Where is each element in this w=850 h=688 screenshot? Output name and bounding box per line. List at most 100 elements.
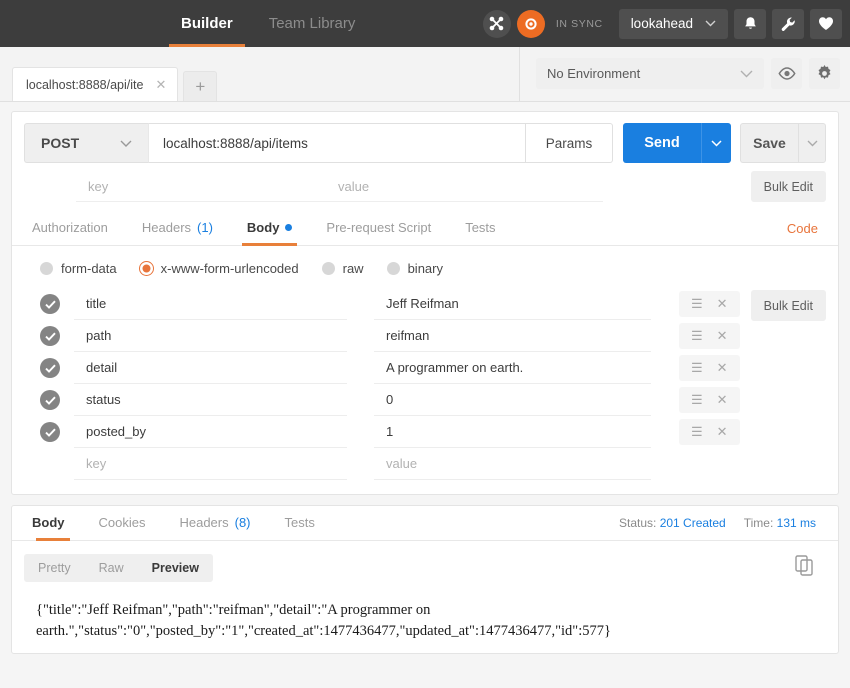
response-tab-tests[interactable]: Tests (268, 506, 332, 540)
environment-selector[interactable]: No Environment (536, 58, 764, 89)
check-icon (44, 332, 56, 341)
row-checkbox[interactable] (40, 358, 60, 378)
view-mode-preview[interactable]: Preview (138, 554, 213, 582)
row-key-input[interactable]: posted_by (74, 417, 347, 448)
url-input[interactable]: localhost:8888/api/items (148, 123, 526, 163)
row-key-input[interactable]: path (74, 321, 347, 352)
hamburger-icon[interactable]: ☰ (691, 392, 703, 408)
close-icon[interactable]: ✕ (155, 77, 166, 93)
close-icon[interactable]: ✕ (717, 296, 728, 312)
tab-authorization-label: Authorization (32, 220, 108, 235)
eye-icon (777, 67, 796, 80)
row-value-input[interactable]: A programmer on earth. (374, 353, 651, 384)
save-options-button[interactable] (798, 123, 826, 163)
close-icon[interactable]: ✕ (717, 424, 728, 440)
nav-tab-team-library[interactable]: Team Library (251, 0, 374, 47)
interceptor-icon[interactable] (482, 9, 511, 38)
row-key-input[interactable]: status (74, 385, 347, 416)
save-button[interactable]: Save (740, 123, 798, 163)
nav-tab-builder[interactable]: Builder (163, 0, 251, 47)
hamburger-icon[interactable]: ☰ (691, 296, 703, 312)
chevron-down-icon (807, 140, 817, 146)
http-method-selector[interactable]: POST (24, 123, 148, 163)
time-label: Time: (743, 516, 774, 530)
wrench-icon (781, 17, 795, 31)
row-value-input[interactable]: reifman (374, 321, 651, 352)
radio-x-www-form-urlencoded[interactable]: x-www-form-urlencoded (139, 261, 299, 276)
close-icon[interactable]: ✕ (717, 392, 728, 408)
params-row: key value Bulk Edit (12, 163, 838, 202)
environment-quick-look-button[interactable] (771, 58, 802, 89)
send-button[interactable]: Send (623, 123, 701, 163)
nav-tab-builder-label: Builder (181, 15, 233, 32)
request-tab-label: localhost:8888/api/ite (26, 77, 144, 92)
radio-form-data[interactable]: form-data (40, 261, 117, 276)
send-options-button[interactable] (701, 123, 731, 163)
sync-status: IN SYNC (555, 17, 603, 30)
table-row: status 0 ☰ ✕ (24, 384, 826, 416)
radio-binary[interactable]: binary (386, 261, 443, 276)
row-value-input[interactable]: 0 (374, 385, 651, 416)
row-checkbox[interactable] (40, 326, 60, 346)
favorites-button[interactable] (810, 8, 842, 39)
row-key-input[interactable]: title (74, 289, 347, 320)
tab-headers[interactable]: Headers (1) (125, 211, 230, 245)
radio-binary-label: binary (407, 261, 443, 276)
radio-icon (40, 262, 53, 275)
status-label: Status: (618, 516, 657, 530)
row-checkbox[interactable] (40, 390, 60, 410)
body-bulk-edit-button[interactable]: Bulk Edit (750, 290, 826, 321)
heart-icon (818, 17, 834, 30)
response-tab-body[interactable]: Body (24, 506, 82, 541)
new-row-key-input[interactable]: key (74, 449, 347, 480)
view-mode-raw[interactable]: Raw (85, 554, 138, 582)
new-row-value-input[interactable]: value (374, 449, 651, 480)
send-group: Send (623, 123, 731, 163)
sync-icon[interactable] (516, 9, 545, 38)
table-row: detail A programmer on earth. ☰ ✕ (24, 352, 826, 384)
response-tab-headers[interactable]: Headers (8) (162, 506, 267, 540)
settings-wrench-button[interactable] (772, 8, 804, 39)
environment-settings-button[interactable] (809, 58, 840, 89)
row-key-input[interactable]: detail (74, 353, 347, 384)
tab-tests-label: Tests (465, 220, 496, 235)
params-bulk-edit-button[interactable]: Bulk Edit (750, 171, 826, 202)
row-actions: ☰ ✕ (679, 323, 740, 349)
radio-raw[interactable]: raw (321, 261, 364, 276)
tab-tests[interactable]: Tests (448, 211, 512, 245)
params-value-input[interactable]: value (326, 172, 603, 202)
params-key-input[interactable]: key (76, 172, 326, 202)
user-menu[interactable]: lookahead (618, 8, 728, 39)
form-fields-table: Bulk Edit title Jeff Reifman ☰ ✕ path re… (12, 288, 838, 494)
row-checkbox[interactable] (40, 294, 60, 314)
row-value-input[interactable]: 1 (374, 417, 651, 448)
row-value-input[interactable]: Jeff Reifman (374, 289, 651, 320)
response-tab-cookies-label: Cookies (98, 515, 146, 530)
tab-authorization[interactable]: Authorization (24, 211, 125, 245)
notifications-button[interactable] (734, 8, 766, 39)
header-actions: IN SYNC lookahead (482, 0, 850, 47)
code-link[interactable]: Code (787, 221, 826, 236)
save-group: Save (740, 123, 826, 163)
hamburger-icon[interactable]: ☰ (691, 424, 703, 440)
view-mode-pretty[interactable]: Pretty (24, 554, 85, 582)
radio-form-data-label: form-data (61, 261, 117, 276)
tab-body[interactable]: Body (230, 211, 310, 246)
close-icon[interactable]: ✕ (717, 328, 728, 344)
request-section-tabs: Authorization Headers (1) Body Pre-reque… (12, 211, 838, 246)
hamburger-icon[interactable]: ☰ (691, 328, 703, 344)
response-tab-headers-label: Headers (179, 515, 229, 530)
request-tab-active[interactable]: localhost:8888/api/ite ✕ (12, 67, 179, 101)
hamburger-icon[interactable]: ☰ (691, 360, 703, 376)
close-icon[interactable]: ✕ (717, 360, 728, 376)
response-tab-headers-count: (8) (234, 515, 251, 530)
params-button[interactable]: Params (526, 123, 613, 163)
tab-pre-request-script[interactable]: Pre-request Script (309, 211, 448, 245)
response-section-tabs: Body Cookies Headers (8) Tests Status: 2… (12, 506, 838, 541)
row-checkbox[interactable] (40, 422, 60, 442)
chevron-down-icon (711, 139, 722, 147)
response-tab-cookies[interactable]: Cookies (82, 506, 163, 540)
new-request-tab-button[interactable]: + (183, 71, 218, 101)
copy-response-button[interactable] (795, 555, 826, 581)
table-row-empty: key value (24, 448, 826, 480)
